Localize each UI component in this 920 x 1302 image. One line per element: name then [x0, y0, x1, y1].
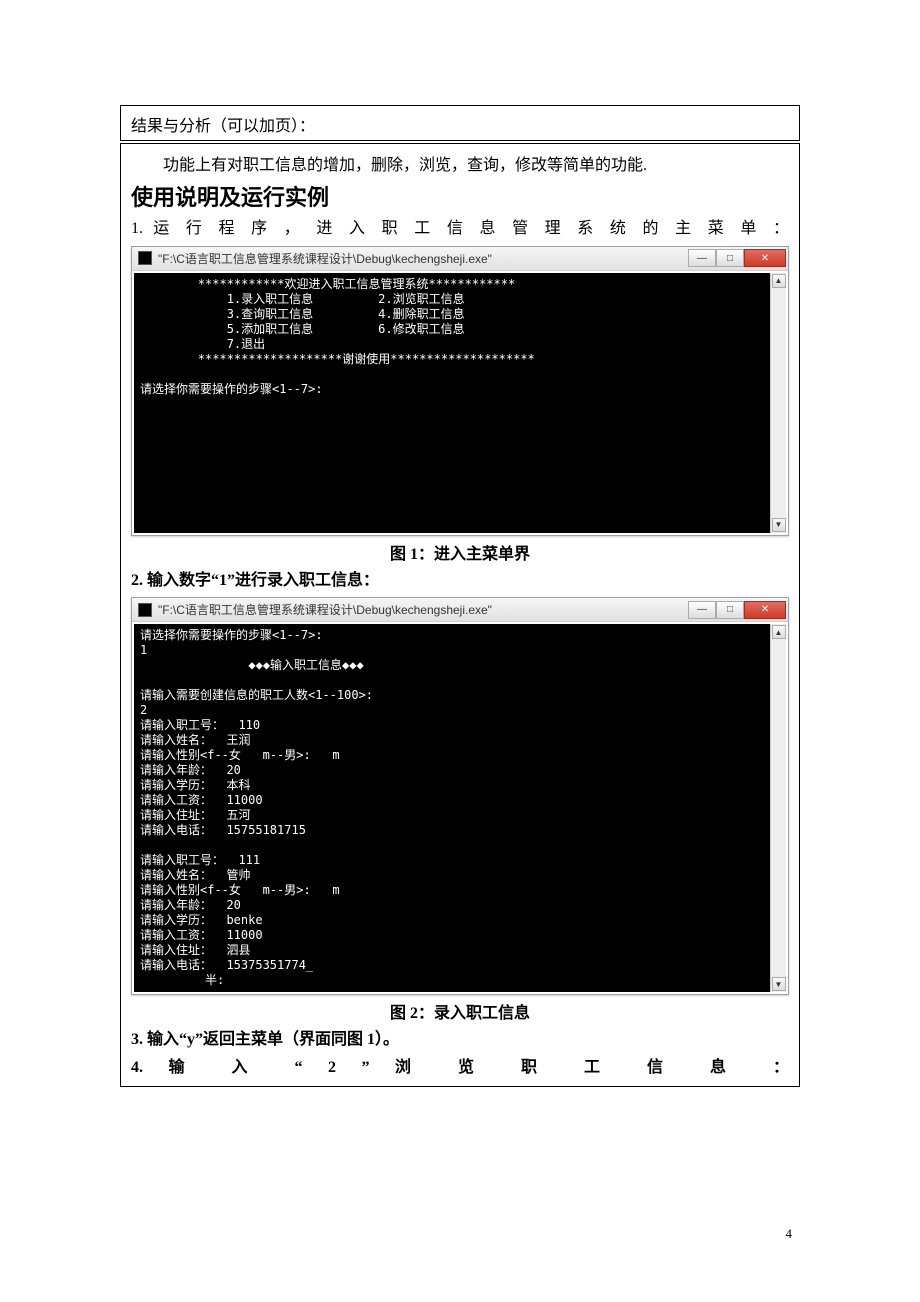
results-header-cell: 结果与分析（可以加页）： — [120, 105, 800, 141]
console-body-2: 请选择你需要操作的步骤<1--7>: 1 ◆◆◆输入职工信息◆◆◆ 请输入需要创… — [132, 622, 788, 994]
window-title-2: "F:\C语言职工信息管理系统课程设计\Debug\kechengsheji.e… — [158, 601, 688, 618]
page-number: 4 — [786, 1226, 793, 1242]
window-title-1: "F:\C语言职工信息管理系统课程设计\Debug\kechengsheji.e… — [158, 250, 688, 267]
figure-1-caption: 图 1：进入主菜单界 — [131, 540, 789, 564]
console-output-2: 请选择你需要操作的步骤<1--7>: 1 ◆◆◆输入职工信息◆◆◆ 请输入需要创… — [134, 624, 770, 992]
window-buttons-1: — □ ✕ — [688, 249, 786, 267]
scroll-up-icon[interactable]: ▲ — [772, 274, 786, 288]
scroll-down-icon[interactable]: ▼ — [772, 977, 786, 991]
minimize-button[interactable]: — — [688, 249, 716, 267]
console-window-2: "F:\C语言职工信息管理系统课程设计\Debug\kechengsheji.e… — [131, 597, 789, 995]
maximize-button[interactable]: □ — [716, 601, 744, 619]
window-buttons-2: — □ ✕ — [688, 601, 786, 619]
scrollbar-2[interactable]: ▲ ▼ — [770, 624, 786, 992]
scroll-down-icon[interactable]: ▼ — [772, 518, 786, 532]
app-icon — [138, 251, 152, 265]
intro-paragraph: 功能上有对职工信息的增加，删除，浏览，查询，修改等简单的功能. — [131, 154, 789, 178]
step-3-text: 3. 输入“y”返回主菜单（界面同图 1）。 — [131, 1027, 789, 1053]
titlebar-1: "F:\C语言职工信息管理系统课程设计\Debug\kechengsheji.e… — [132, 247, 788, 271]
main-content-cell: 功能上有对职工信息的增加，删除，浏览，查询，修改等简单的功能. 使用说明及运行实… — [120, 143, 800, 1087]
app-icon — [138, 603, 152, 617]
scrollbar-1[interactable]: ▲ ▼ — [770, 273, 786, 533]
maximize-button[interactable]: □ — [716, 249, 744, 267]
document-page: 结果与分析（可以加页）： 功能上有对职工信息的增加，删除，浏览，查询，修改等简单… — [0, 0, 920, 1127]
results-header-label: 结果与分析（可以加页）： — [131, 118, 315, 135]
close-button[interactable]: ✕ — [744, 249, 786, 267]
step-1-text: 1. 运 行 程 序 ， 进 入 职 工 信 息 管 理 系 统 的 主 菜 单… — [131, 216, 789, 242]
minimize-button[interactable]: — — [688, 601, 716, 619]
scroll-up-icon[interactable]: ▲ — [772, 625, 786, 639]
section-title: 使用说明及运行实例 — [131, 180, 789, 212]
step-2-text: 2. 输入数字“1”进行录入职工信息： — [131, 568, 789, 594]
close-button[interactable]: ✕ — [744, 601, 786, 619]
console-window-1: "F:\C语言职工信息管理系统课程设计\Debug\kechengsheji.e… — [131, 246, 789, 536]
console-body-1: ************欢迎进入职工信息管理系统************ 1.录… — [132, 271, 788, 535]
titlebar-2: "F:\C语言职工信息管理系统课程设计\Debug\kechengsheji.e… — [132, 598, 788, 622]
console-output-1: ************欢迎进入职工信息管理系统************ 1.录… — [134, 273, 770, 533]
figure-2-caption: 图 2：录入职工信息 — [131, 999, 789, 1023]
step-4-text: 4. 输 入 “ 2 ” 浏 览 职 工 信 息 ： — [131, 1055, 789, 1081]
